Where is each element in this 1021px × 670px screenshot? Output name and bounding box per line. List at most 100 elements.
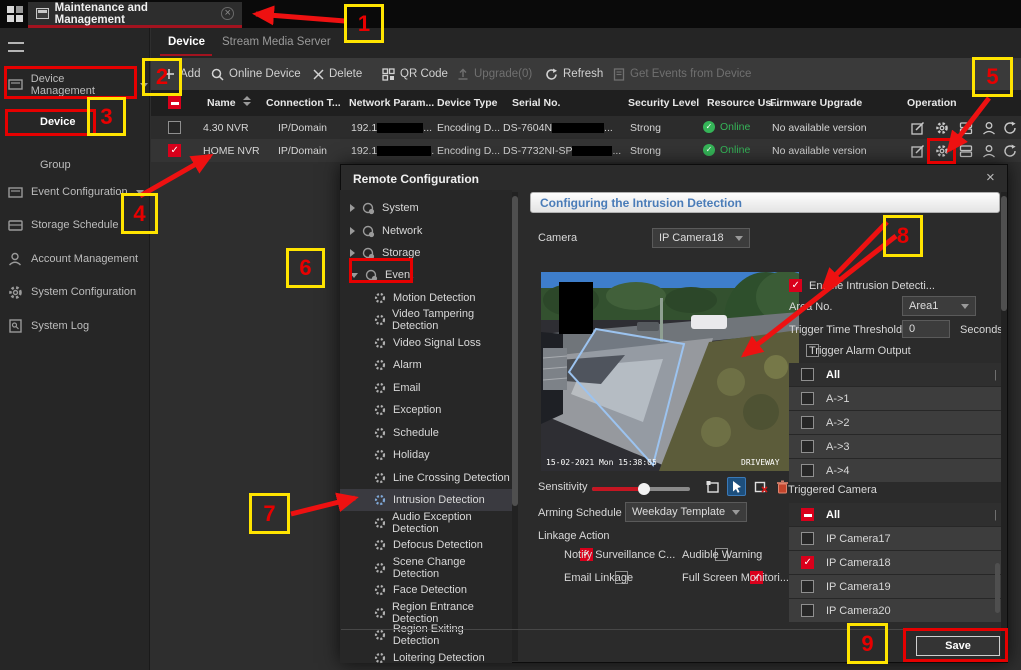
qr-code-button[interactable]: QR Code	[382, 58, 448, 90]
camera-checkbox[interactable]	[801, 604, 814, 617]
alarm-checkbox[interactable]	[801, 392, 814, 405]
tree-item-exception[interactable]: Exception	[374, 399, 512, 421]
list-item[interactable]: All|	[789, 363, 1001, 386]
tree-item-region-entrance-detection[interactable]: Region Entrance Detection	[374, 602, 512, 624]
user-icon[interactable]	[982, 121, 996, 135]
tree-item-loitering-detection[interactable]: Loitering Detection	[374, 647, 512, 669]
list-item[interactable]: IP Camera20	[789, 599, 1001, 622]
trigger-time-input[interactable]: 0	[902, 320, 950, 338]
sort-icon[interactable]	[243, 96, 251, 106]
sync-icon[interactable]	[1003, 144, 1017, 158]
dialog-scrollbar[interactable]	[1001, 192, 1007, 661]
save-button[interactable]: Save	[916, 636, 1000, 656]
col-operation[interactable]: Operation	[907, 97, 957, 109]
sidebar-item-account-management[interactable]: Account Management	[8, 248, 148, 270]
tree-item-region-exiting-detection[interactable]: Region Exiting Detection	[374, 624, 512, 646]
tree-item-intrusion-detection[interactable]: Intrusion Detection	[340, 489, 512, 511]
tree-item-defocus-detection[interactable]: Defocus Detection	[374, 534, 512, 556]
sidebar-item-system-log[interactable]: System Log	[8, 315, 148, 337]
storage-stack-icon[interactable]	[959, 144, 973, 158]
tree-item-email[interactable]: Email	[374, 377, 512, 399]
col-security[interactable]: Security Level	[628, 97, 699, 109]
list-item[interactable]: A->1	[789, 387, 1001, 410]
list-item[interactable]: IP Camera17	[789, 527, 1001, 550]
main-tab[interactable]: Maintenance and Management ×	[28, 2, 242, 28]
menu-toggle-icon[interactable]	[8, 42, 24, 52]
upgrade-button[interactable]: Upgrade(0)	[457, 58, 532, 90]
get-events-button[interactable]: Get Events from Device	[613, 58, 751, 90]
clear-region-button[interactable]	[751, 477, 770, 496]
tree-item-motion-detection[interactable]: Motion Detection	[374, 287, 512, 309]
tab-device[interactable]: Device	[168, 36, 205, 48]
col-network[interactable]: Network Param...	[349, 97, 434, 109]
edit-icon[interactable]	[911, 144, 925, 158]
col-name[interactable]: Name	[207, 97, 236, 109]
row-checkbox[interactable]	[168, 144, 181, 157]
sidebar-item-device[interactable]: Device	[40, 111, 140, 133]
col-resource[interactable]: Resource Us...	[707, 97, 780, 109]
camera-checkbox[interactable]	[801, 556, 814, 569]
camera-checkbox[interactable]	[801, 580, 814, 593]
select-cursor-button[interactable]	[727, 477, 746, 496]
online-device-button[interactable]: Online Device	[211, 58, 301, 90]
sidebar-item-event-configuration[interactable]: Event Configuration	[8, 181, 148, 203]
tree-item-storage[interactable]: Storage	[350, 242, 505, 264]
sensitivity-slider[interactable]	[592, 487, 690, 491]
tree-item-schedule[interactable]: Schedule	[374, 422, 512, 444]
col-serial[interactable]: Serial No.	[512, 97, 560, 109]
remote-config-gear-icon[interactable]	[935, 121, 949, 135]
arming-schedule-select[interactable]: Weekday Template	[625, 502, 747, 522]
alarm-all-checkbox[interactable]	[801, 368, 814, 381]
row-checkbox[interactable]	[168, 121, 181, 134]
list-item[interactable]: A->3	[789, 435, 1001, 458]
camera-checkbox[interactable]	[801, 532, 814, 545]
tree-item-video-signal-loss[interactable]: Video Signal Loss	[374, 332, 512, 354]
select-all-checkbox[interactable]	[168, 96, 181, 109]
refresh-button[interactable]: Refresh	[545, 58, 603, 90]
sidebar-item-storage-schedule[interactable]: Storage Schedule	[8, 214, 148, 236]
tab-close-icon[interactable]: ×	[221, 7, 234, 20]
edit-icon[interactable]	[911, 121, 925, 135]
col-firmware[interactable]: Firmware Upgrade	[770, 97, 862, 109]
sidebar-item-device-management[interactable]: Device Management	[8, 73, 148, 97]
list-item[interactable]: A->4	[789, 459, 1001, 482]
dialog-close-icon[interactable]: ×	[986, 169, 995, 186]
alarm-checkbox[interactable]	[801, 440, 814, 453]
col-connection[interactable]: Connection T...	[266, 97, 341, 109]
tree-item-face-detection[interactable]: Face Detection	[374, 579, 512, 601]
tree-scrollbar[interactable]	[512, 192, 518, 661]
alarm-checkbox[interactable]	[801, 416, 814, 429]
sync-icon[interactable]	[1003, 121, 1017, 135]
area-no-select[interactable]: Area1	[902, 296, 976, 316]
scrollbar-thumb[interactable]	[1001, 196, 1007, 311]
table-row[interactable]: HOME NVR IP/Domain 192.1. Encoding D... …	[151, 139, 1021, 162]
remote-config-gear-icon[interactable]	[935, 144, 949, 158]
tree-item-audio-exception-detection[interactable]: Audio Exception Detection	[374, 512, 512, 534]
triggered-all-checkbox[interactable]	[801, 508, 814, 521]
add-button[interactable]: Add	[163, 58, 200, 90]
col-device-type[interactable]: Device Type	[437, 97, 498, 109]
list-item[interactable]: IP Camera19	[789, 575, 1001, 598]
tree-item-line-crossing-detection[interactable]: Line Crossing Detection	[374, 467, 512, 489]
scrollbar-thumb[interactable]	[512, 196, 518, 506]
video-preview[interactable]: 15-02-2021 Mon 15:38:05 DRIVEWAY	[541, 272, 799, 471]
draw-region-button[interactable]	[703, 477, 722, 496]
list-item[interactable]: A->2	[789, 411, 1001, 434]
list-item[interactable]: IP Camera18	[789, 551, 1001, 574]
tree-item-event[interactable]: Event	[350, 264, 505, 286]
user-icon[interactable]	[982, 144, 996, 158]
tree-item-network[interactable]: Network	[350, 220, 505, 242]
sensitivity-knob[interactable]	[638, 483, 650, 495]
tree-item-system[interactable]: System	[350, 197, 505, 219]
table-row[interactable]: 4.30 NVR IP/Domain 192.1... Encoding D..…	[151, 116, 1021, 139]
alarm-checkbox[interactable]	[801, 464, 814, 477]
tree-item-video-tampering-detection[interactable]: Video Tampering Detection	[374, 309, 512, 331]
delete-button[interactable]: Delete	[313, 58, 362, 90]
sidebar-item-group[interactable]: Group	[40, 154, 140, 176]
tree-item-alarm[interactable]: Alarm	[374, 354, 512, 376]
tab-stream-media-server[interactable]: Stream Media Server	[222, 36, 331, 48]
app-menu-icon[interactable]	[7, 6, 23, 22]
camera-select[interactable]: IP Camera18	[652, 228, 750, 248]
enable-intrusion-checkbox[interactable]	[789, 279, 802, 292]
sidebar-item-system-configuration[interactable]: System Configuration	[8, 281, 148, 303]
